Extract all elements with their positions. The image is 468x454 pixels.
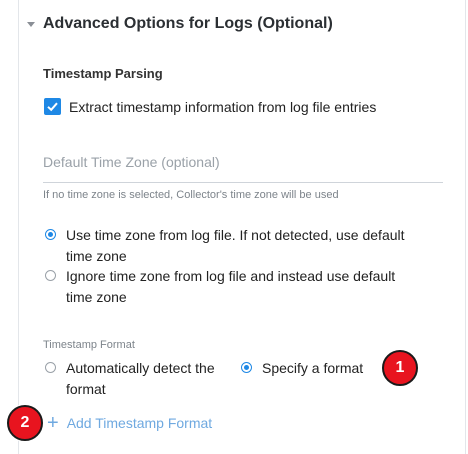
tz-option-use-log-file-radio[interactable] (45, 229, 56, 240)
caret-down-icon (27, 22, 35, 27)
format-option-specify-label: Specify a format (262, 360, 364, 376)
add-timestamp-format-label: Add Timestamp Format (66, 415, 213, 431)
format-option-auto-detect[interactable]: Automatically detect the format (45, 358, 215, 400)
step-badge-2: 2 (7, 405, 43, 441)
plus-icon: + (47, 412, 59, 434)
format-option-auto-detect-radio[interactable] (45, 362, 56, 373)
step-badge-1: 1 (382, 350, 418, 386)
tz-option-ignore-log-file[interactable]: Ignore time zone from log file and inste… (45, 266, 425, 308)
checkmark-icon (47, 102, 58, 112)
timestamp-parsing-heading: Timestamp Parsing (43, 66, 163, 81)
format-option-auto-detect-label: Automatically detect the format (66, 360, 215, 397)
tz-option-use-log-file[interactable]: Use time zone from log file. If not dete… (45, 225, 425, 267)
format-option-specify-radio[interactable] (241, 362, 252, 373)
tz-option-use-log-file-label: Use time zone from log file. If not dete… (66, 227, 405, 264)
advanced-options-toggle[interactable]: Advanced Options for Logs (Optional) (27, 12, 333, 36)
timestamp-format-label: Timestamp Format (43, 339, 135, 351)
add-timestamp-format-button[interactable]: + Add Timestamp Format (47, 413, 212, 433)
tz-option-ignore-log-file-label: Ignore time zone from log file and inste… (66, 268, 396, 305)
extract-timestamp-checkbox[interactable] (44, 98, 61, 115)
default-time-zone-input[interactable] (43, 150, 443, 170)
extract-timestamp-label: Extract timestamp information from log f… (69, 98, 377, 115)
section-title: Advanced Options for Logs (Optional) (43, 15, 333, 32)
extract-timestamp-row[interactable]: Extract timestamp information from log f… (44, 98, 376, 115)
format-option-specify[interactable]: Specify a format (241, 358, 363, 379)
time-zone-helper-text: If no time zone is selected, Collector's… (43, 189, 339, 201)
tz-option-ignore-log-file-radio[interactable] (45, 270, 56, 281)
default-time-zone-field[interactable] (43, 150, 443, 183)
